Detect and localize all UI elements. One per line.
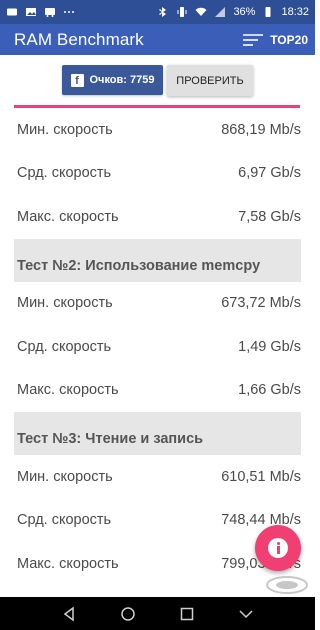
result-row-avg: Срд. скорость 6,97 Gb/s <box>0 152 315 196</box>
result-row-max: Макс. скорость 1,66 Gb/s <box>0 369 315 413</box>
action-row: f Очков: 7759 ПРОВЕРИТЬ <box>0 65 315 96</box>
top20-label: TOP20 <box>270 32 308 47</box>
battery-icon <box>262 6 274 18</box>
result-row-avg: Срд. скорость 1,49 Gb/s <box>0 325 315 369</box>
section-header-test3: Тест №3: Чтение и запись <box>14 412 301 455</box>
back-icon[interactable] <box>61 606 77 622</box>
wifi-icon <box>195 6 207 18</box>
status-right-icons: 36% 18:32 <box>157 6 309 18</box>
row-label: Срд. скорость <box>17 165 112 182</box>
row-label: Мин. скорость <box>17 468 113 485</box>
bluetooth-icon <box>157 6 169 18</box>
no-sim-icon <box>214 6 226 18</box>
facebook-share-button[interactable]: f Очков: 7759 <box>62 65 163 95</box>
row-value: 7,58 Gb/s <box>238 208 301 225</box>
clock: 18:32 <box>281 6 309 18</box>
info-icon <box>268 538 288 558</box>
row-label: Макс. скорость <box>17 208 119 225</box>
row-label: Мин. скорость <box>17 295 113 312</box>
row-value: 748,44 Mb/s <box>221 512 301 529</box>
bus-icon <box>44 6 56 18</box>
result-row-max: Макс. скорость 7,58 Gb/s <box>0 195 315 239</box>
dots-icon <box>63 6 75 18</box>
mail-icon <box>6 6 18 18</box>
result-row-min: Мин. скорость 610,51 Mb/s <box>0 455 315 499</box>
row-label: Мин. скорость <box>17 121 113 138</box>
app-title: RAM Benchmark <box>14 29 144 49</box>
row-label: Срд. скорость <box>17 512 112 529</box>
status-bar: 36% 18:32 <box>0 0 315 24</box>
app-bar: RAM Benchmark TOP20 <box>0 24 315 55</box>
home-icon[interactable] <box>120 606 136 622</box>
vibrate-icon <box>176 6 188 18</box>
facebook-icon: f <box>70 73 84 87</box>
row-value: 6,97 Gb/s <box>238 165 301 182</box>
row-label: Срд. скорость <box>17 338 112 355</box>
score-label: Очков: 7759 <box>89 74 155 86</box>
row-value: 673,72 Mb/s <box>221 295 301 312</box>
row-label: Макс. скорость <box>17 382 119 399</box>
results-list: Мин. скорость 868,19 Mb/s Срд. скорость … <box>0 108 315 586</box>
watermark-logo-icon <box>266 576 308 594</box>
menu-icon[interactable] <box>238 606 254 622</box>
battery-percent: 36% <box>233 6 256 18</box>
row-value: 1,66 Gb/s <box>238 382 301 399</box>
row-label: Макс. скорость <box>17 555 119 572</box>
section-header-test2: Тест №2: Использование memcpy <box>14 238 301 282</box>
check-button[interactable]: ПРОВЕРИТЬ <box>167 65 253 96</box>
result-row-min: Мин. скорость 673,72 Mb/s <box>0 282 315 326</box>
image-icon <box>25 6 37 18</box>
navigation-bar <box>0 597 315 630</box>
sort-icon <box>243 33 264 46</box>
top20-button[interactable]: TOP20 <box>242 33 308 47</box>
info-fab-button[interactable] <box>255 525 301 571</box>
result-row-min: Мин. скорость 868,19 Mb/s <box>0 108 315 152</box>
row-value: 610,51 Mb/s <box>221 468 301 485</box>
results-content[interactable]: f Очков: 7759 ПРОВЕРИТЬ Мин. скорость 86… <box>0 55 315 597</box>
row-value: 1,49 Gb/s <box>238 338 301 355</box>
recents-icon[interactable] <box>179 606 195 622</box>
row-value: 868,19 Mb/s <box>221 121 301 138</box>
status-left-icons <box>6 6 75 18</box>
